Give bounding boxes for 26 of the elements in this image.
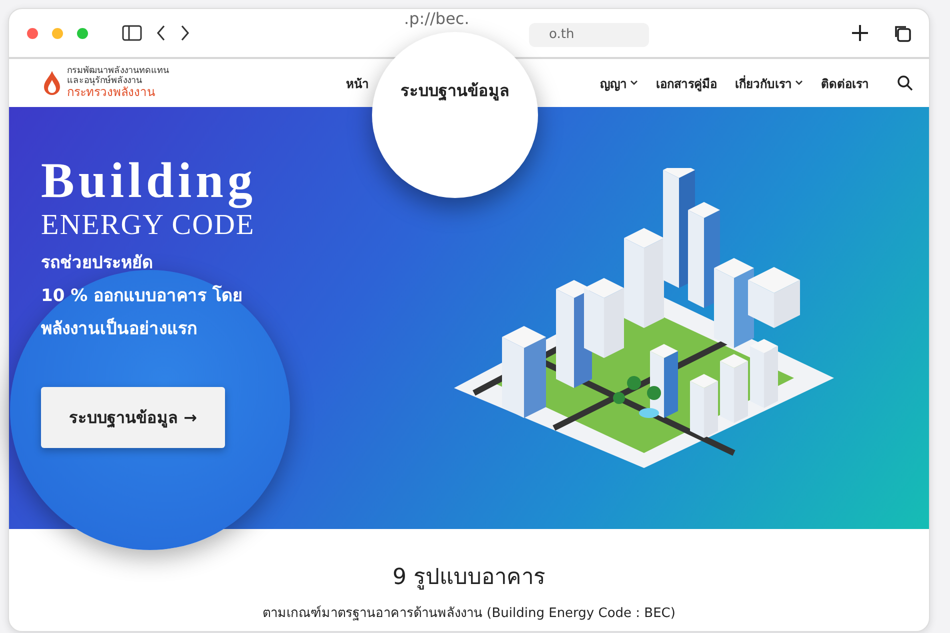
logo-text: กรมพัฒนาพลังงานทดแทน bbox=[67, 67, 169, 76]
url-text: o.th bbox=[549, 27, 574, 42]
database-button[interactable]: ระบบฐานข้อมูล → bbox=[41, 387, 225, 448]
hero-text: พลังงานเป็นอย่างแรก bbox=[41, 316, 197, 341]
nav-link[interactable]: ระบบฐานข้อมูล bbox=[400, 78, 510, 100]
nav-link[interactable]: หน้า bbox=[346, 74, 369, 92]
url-text: .p://bec. bbox=[404, 9, 470, 28]
section-subtitle: ตามเกณฑ์มาตรฐานอาคารด้านพลังงาน (Building Energy Code : BEC) bbox=[262, 604, 676, 623]
close-window-button[interactable] bbox=[27, 28, 38, 38]
nav-link[interactable]: ติดต่อเรา bbox=[821, 74, 869, 92]
hero-text: 10 % ออกแบบอาคาร โดย bbox=[41, 284, 242, 308]
sidebar-icon[interactable] bbox=[122, 25, 142, 41]
flame-logo-icon bbox=[43, 70, 61, 96]
tabs-overview-icon[interactable] bbox=[893, 24, 911, 42]
logo-text: กระทรวงพลังงาน bbox=[67, 86, 156, 99]
search-icon[interactable] bbox=[897, 75, 913, 91]
nav-link[interactable]: ญญา bbox=[600, 74, 638, 92]
hero-text: รถช่วยประหยัด bbox=[41, 252, 153, 275]
back-icon[interactable] bbox=[156, 25, 166, 41]
nav-link[interactable]: เกี่ยวกับเรา bbox=[735, 74, 803, 92]
forward-icon[interactable] bbox=[180, 25, 190, 41]
nav-link[interactable]: เอกสารคู่มือ bbox=[656, 74, 717, 92]
logo-text: และอนุรักษ์พลังงาน bbox=[67, 76, 143, 86]
new-tab-icon[interactable] bbox=[851, 24, 869, 42]
hero-subtitle: ENERGY CODE bbox=[41, 209, 255, 242]
section-title: 9 รูปแบบอาคาร bbox=[392, 564, 546, 592]
